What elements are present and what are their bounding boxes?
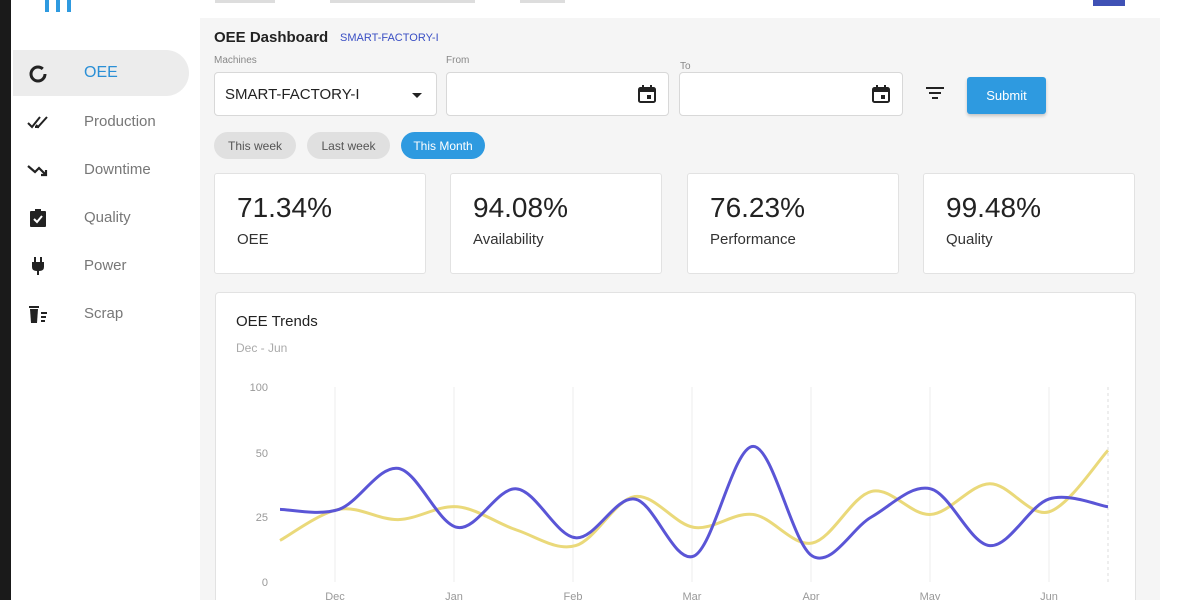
sidebar-item-oee[interactable]: OEE [13, 50, 189, 96]
app-logo [43, 0, 83, 14]
chevron-down-icon [412, 93, 422, 98]
y-tick-label: 0 [262, 577, 268, 589]
machines-select[interactable]: SMART-FACTORY-I [214, 72, 437, 116]
calendar-icon[interactable] [638, 85, 656, 108]
chart-subtitle: Dec - Jun [236, 341, 288, 355]
kpi-label: Quality [946, 231, 993, 248]
sidebar: OEE Production Downtime Quality Power Sc… [11, 0, 200, 600]
topbar-fragment [520, 0, 565, 3]
avatar[interactable] [1093, 0, 1125, 6]
trending-down-icon [27, 159, 49, 181]
oee-trend-chart: Dec Jan Feb Mar Apr May Jun 100 50 25 0 [250, 382, 1110, 600]
calendar-icon[interactable] [872, 85, 890, 108]
sidebar-item-label: Quality [84, 208, 131, 226]
sidebar-item-production[interactable]: Production [13, 98, 189, 144]
x-tick-label: Apr [802, 591, 819, 600]
submit-button[interactable]: Submit [967, 77, 1046, 114]
sidebar-item-label: Downtime [84, 160, 151, 178]
kpi-card-oee: 71.34% OEE [214, 173, 426, 274]
window-left-edge [0, 0, 11, 600]
x-tick-label: May [920, 591, 941, 600]
sidebar-item-label: Production [84, 112, 156, 130]
filter-icon[interactable] [925, 86, 945, 105]
kpi-value: 76.23% [710, 192, 805, 223]
chip-last-week[interactable]: Last week [307, 132, 390, 159]
clipboard-check-icon [27, 207, 49, 229]
machines-label: Machines [214, 55, 257, 66]
x-tick-label: Dec [325, 591, 345, 600]
kpi-card-quality: 99.48% Quality [923, 173, 1135, 274]
kpi-card-availability: 94.08% Availability [450, 173, 662, 274]
plug-icon [27, 255, 49, 277]
topbar-fragment [330, 0, 475, 3]
kpi-label: OEE [237, 231, 269, 248]
double-check-icon [27, 111, 49, 133]
kpi-label: Availability [473, 231, 544, 248]
trash-list-icon [27, 303, 49, 325]
sidebar-item-label: Scrap [84, 304, 124, 322]
right-gutter [1160, 0, 1200, 600]
kpi-value: 99.48% [946, 192, 1041, 223]
y-tick-label: 50 [256, 448, 268, 460]
kpi-value: 94.08% [473, 192, 568, 223]
x-tick-label: Jun [1040, 591, 1058, 600]
topbar-fragment [215, 0, 275, 3]
to-label: To [680, 61, 691, 72]
chip-this-week[interactable]: This week [214, 132, 296, 159]
sidebar-item-downtime[interactable]: Downtime [13, 146, 189, 192]
page-title: OEE Dashboard [214, 29, 329, 46]
x-tick-label: Mar [683, 591, 702, 600]
chip-this-month[interactable]: This Month [401, 132, 485, 159]
to-date-field[interactable] [679, 72, 903, 116]
sidebar-item-power[interactable]: Power [13, 242, 189, 288]
kpi-value: 71.34% [237, 192, 332, 223]
y-tick-label: 100 [250, 382, 268, 394]
series-line [279, 449, 1110, 549]
kpi-label: Performance [710, 231, 796, 248]
sidebar-item-label: Power [84, 256, 127, 274]
machine-tag: SMART-FACTORY-I [340, 32, 439, 44]
from-label: From [446, 55, 470, 66]
series-line [279, 444, 1109, 560]
x-tick-label: Feb [564, 591, 583, 600]
from-date-field[interactable] [446, 72, 669, 116]
sidebar-item-quality[interactable]: Quality [13, 194, 189, 240]
sidebar-item-scrap[interactable]: Scrap [13, 290, 189, 336]
chart-title: OEE Trends [236, 313, 318, 330]
y-tick-label: 25 [256, 512, 268, 524]
machines-select-value: SMART-FACTORY-I [225, 86, 360, 103]
donut-chart-icon [27, 63, 49, 85]
kpi-card-performance: 76.23% Performance [687, 173, 899, 274]
x-tick-label: Jan [445, 591, 463, 600]
sidebar-item-label: OEE [84, 64, 118, 81]
